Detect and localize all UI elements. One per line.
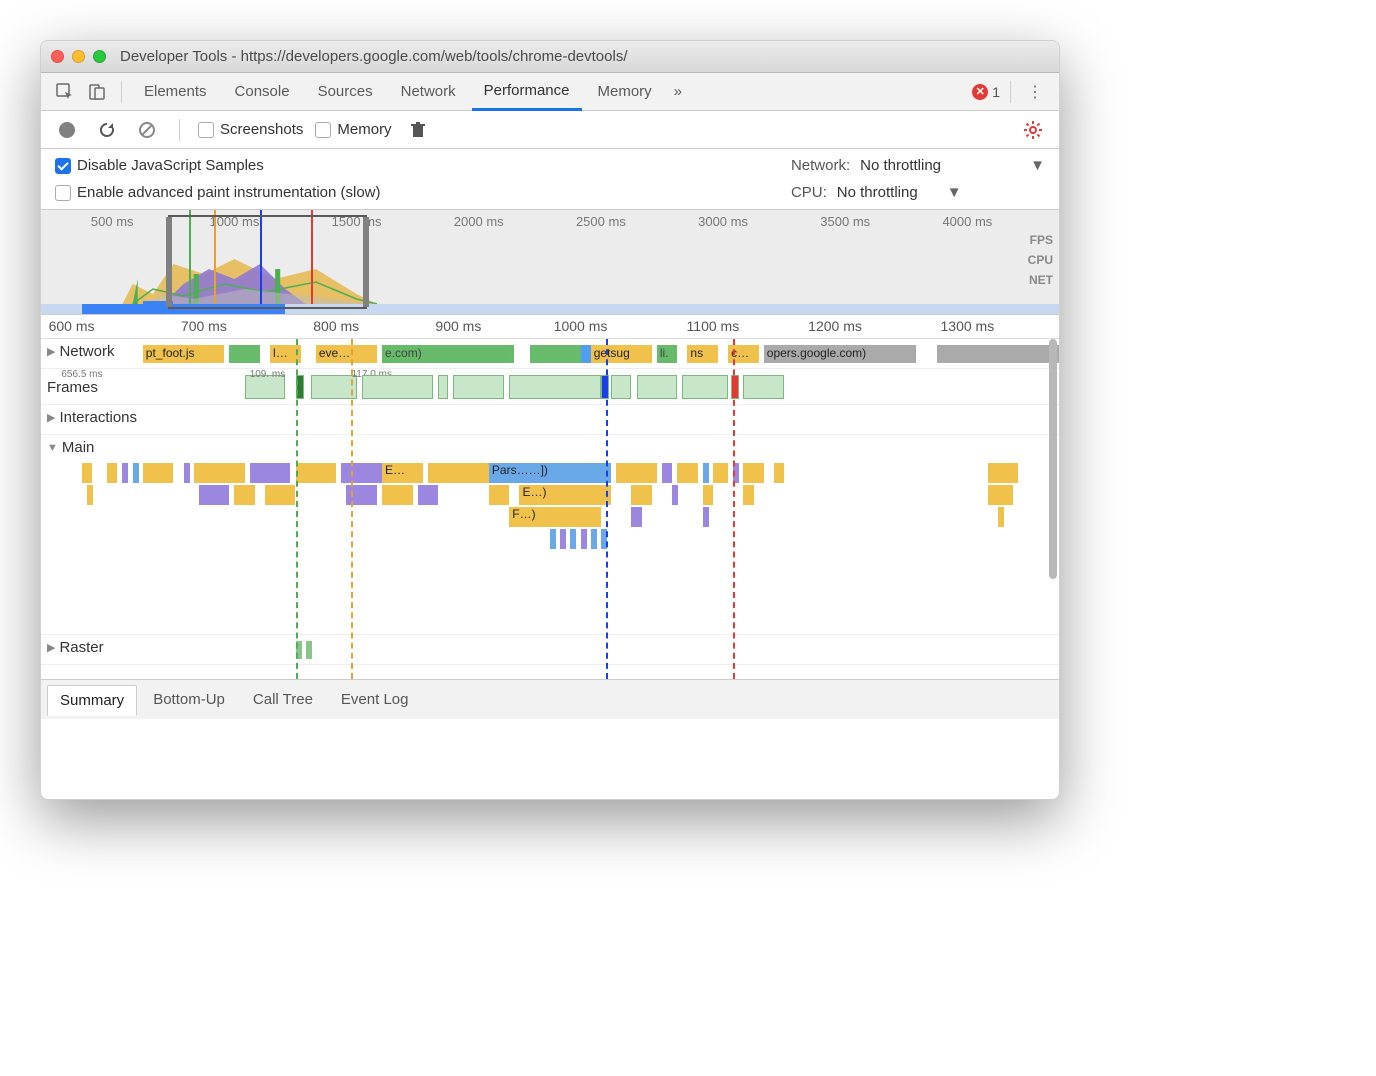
device-toggle-icon[interactable] bbox=[83, 78, 111, 106]
devtools-window: Developer Tools - https://developers.goo… bbox=[40, 40, 1060, 800]
track-interactions[interactable]: ▶Interactions bbox=[41, 405, 1059, 435]
error-icon: ✕ bbox=[972, 84, 988, 100]
overview-timeline[interactable]: 500 ms 1000 ms 1500 ms 2000 ms 2500 ms 3… bbox=[41, 210, 1059, 315]
separator bbox=[121, 81, 122, 103]
error-badge[interactable]: ✕ 1 bbox=[972, 84, 1000, 100]
minimize-icon[interactable] bbox=[72, 50, 85, 63]
frame[interactable] bbox=[611, 375, 631, 399]
net-request[interactable] bbox=[581, 345, 591, 363]
net-request[interactable]: ns bbox=[687, 345, 718, 363]
track-frames[interactable]: Frames 656.5 ms 109. ms 117.0 ms bbox=[41, 369, 1059, 405]
window-controls bbox=[51, 50, 106, 63]
tab-event-log[interactable]: Event Log bbox=[329, 685, 421, 714]
inspect-icon[interactable] bbox=[51, 78, 79, 106]
marker-line bbox=[351, 339, 353, 679]
details-tabs: Summary Bottom-Up Call Tree Event Log bbox=[41, 679, 1059, 719]
detail-ruler: 600 ms 700 ms 800 ms 900 ms 1000 ms 1100… bbox=[41, 315, 1059, 339]
panel-tabs: Elements Console Sources Network Perform… bbox=[41, 73, 1059, 111]
error-count: 1 bbox=[992, 84, 1000, 100]
settings-gear-icon[interactable] bbox=[1019, 116, 1047, 144]
performance-toolbar: Screenshots Memory bbox=[41, 111, 1059, 149]
tab-memory[interactable]: Memory bbox=[586, 73, 664, 111]
vertical-scrollbar[interactable] bbox=[1049, 339, 1057, 679]
net-request[interactable]: pt_foot.js bbox=[143, 345, 224, 363]
disable-js-samples-checkbox[interactable]: Disable JavaScript Samples bbox=[55, 157, 771, 174]
tab-console[interactable]: Console bbox=[223, 73, 302, 111]
window-title: Developer Tools - https://developers.goo… bbox=[120, 48, 628, 65]
marker-line bbox=[296, 339, 298, 679]
chevron-right-icon[interactable]: ▶ bbox=[47, 345, 55, 358]
net-request[interactable]: eve… bbox=[316, 345, 377, 363]
enable-paint-checkbox[interactable]: Enable advanced paint instrumentation (s… bbox=[55, 184, 771, 201]
close-icon[interactable] bbox=[51, 50, 64, 63]
zoom-icon[interactable] bbox=[93, 50, 106, 63]
memory-checkbox[interactable]: Memory bbox=[315, 121, 391, 138]
screenshots-checkbox[interactable]: Screenshots bbox=[198, 121, 303, 138]
net-request[interactable] bbox=[530, 345, 581, 363]
titlebar: Developer Tools - https://developers.goo… bbox=[41, 41, 1059, 73]
frame[interactable] bbox=[311, 375, 357, 399]
tab-performance[interactable]: Performance bbox=[472, 73, 582, 111]
frame[interactable] bbox=[682, 375, 728, 399]
marker-line bbox=[733, 339, 735, 679]
frame[interactable] bbox=[509, 375, 601, 399]
chevron-down-icon: ▼ bbox=[1030, 157, 1045, 174]
chevron-right-icon[interactable]: ▶ bbox=[47, 641, 55, 654]
net-request[interactable]: getsug bbox=[591, 345, 652, 363]
tab-sources[interactable]: Sources bbox=[306, 73, 385, 111]
selection-handle-left[interactable] bbox=[166, 217, 172, 307]
frame-time: 109. ms bbox=[250, 369, 286, 380]
record-icon[interactable] bbox=[53, 116, 81, 144]
net-request[interactable]: e.com) bbox=[382, 345, 514, 363]
separator bbox=[179, 119, 180, 141]
chevron-right-icon[interactable]: ▶ bbox=[47, 411, 55, 424]
tab-call-tree[interactable]: Call Tree bbox=[241, 685, 325, 714]
track-network[interactable]: ▶Network pt_foot.js l… eve… e.com) getsu… bbox=[41, 339, 1059, 369]
frame[interactable] bbox=[362, 375, 433, 399]
frame[interactable] bbox=[743, 375, 784, 399]
track-raster[interactable]: ▶Raster bbox=[41, 635, 1059, 665]
trash-icon[interactable] bbox=[404, 116, 432, 144]
reload-icon[interactable] bbox=[93, 116, 121, 144]
network-throttle-select[interactable]: Network: No throttling ▼ bbox=[791, 157, 1045, 174]
net-request[interactable] bbox=[937, 345, 1059, 363]
flamechart-area[interactable]: ▶Network pt_foot.js l… eve… e.com) getsu… bbox=[41, 339, 1059, 679]
overview-selection[interactable] bbox=[168, 215, 367, 309]
frame[interactable] bbox=[453, 375, 504, 399]
separator bbox=[1010, 81, 1011, 103]
track-main[interactable]: ▼Main E… Pars……]) bbox=[41, 435, 1059, 635]
tab-bottom-up[interactable]: Bottom-Up bbox=[141, 685, 237, 714]
tabs-overflow-icon[interactable]: » bbox=[668, 73, 688, 111]
chevron-down-icon: ▼ bbox=[947, 184, 962, 201]
chevron-down-icon[interactable]: ▼ bbox=[47, 442, 58, 454]
scrollbar-thumb[interactable] bbox=[1049, 339, 1057, 579]
net-request[interactable]: li. bbox=[657, 345, 677, 363]
net-request[interactable]: opers.google.com) bbox=[764, 345, 917, 363]
capture-settings: Disable JavaScript Samples Network: No t… bbox=[41, 149, 1059, 210]
frame[interactable] bbox=[438, 375, 448, 399]
selection-handle-right[interactable] bbox=[363, 217, 369, 307]
marker-line bbox=[606, 339, 608, 679]
cpu-throttle-select[interactable]: CPU: No throttling ▼ bbox=[791, 184, 1045, 201]
tab-network[interactable]: Network bbox=[389, 73, 468, 111]
kebab-menu-icon[interactable]: ⋮ bbox=[1021, 78, 1049, 106]
net-request[interactable] bbox=[229, 345, 260, 363]
clear-icon[interactable] bbox=[133, 116, 161, 144]
tab-summary[interactable]: Summary bbox=[47, 685, 137, 716]
tab-elements[interactable]: Elements bbox=[132, 73, 219, 111]
frame[interactable] bbox=[637, 375, 678, 399]
